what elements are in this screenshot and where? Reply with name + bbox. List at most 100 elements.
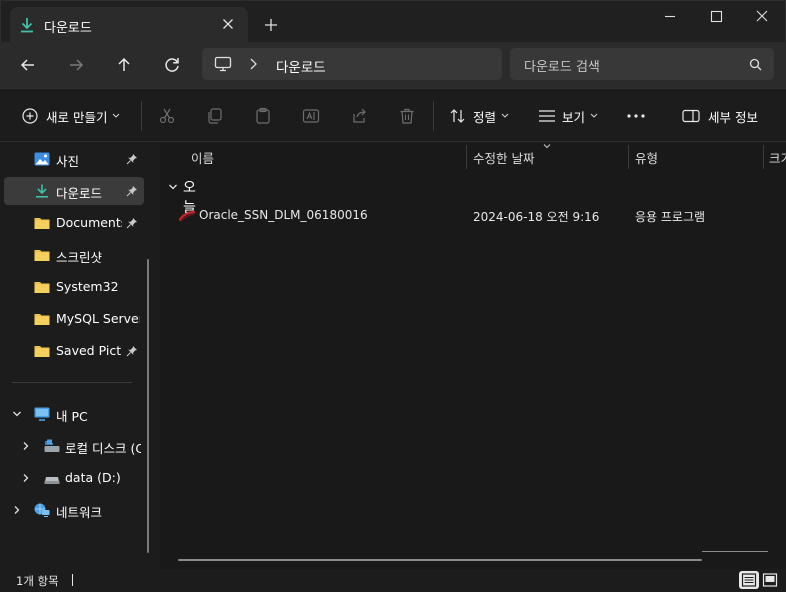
cut-icon[interactable] [158,107,176,125]
drive-icon [44,477,60,484]
folder-icon [34,250,50,261]
search-placeholder: 다운로드 검색 [524,60,600,75]
tab-title: 다운로드 [44,21,92,36]
new-label: 새로 만들기 [46,109,108,125]
divider [433,101,434,131]
details-view-button[interactable] [739,571,759,589]
horizontal-scrollbar[interactable] [178,559,702,561]
status-bar: 1개 항목 [0,569,786,592]
search-icon [749,58,762,71]
column-divider[interactable] [628,145,629,169]
sidebar-item-label: 다운로드 [56,186,103,201]
sidebar-item-this-pc[interactable]: 내 PC [4,400,144,428]
address-bar[interactable]: 다운로드 [202,48,502,80]
column-header-name[interactable]: 이름 [191,148,214,167]
sidebar-item-label: 내 PC [56,409,88,424]
title-bar: 다운로드 [0,0,786,43]
search-input[interactable]: 다운로드 검색 [510,48,774,80]
pin-icon[interactable] [126,185,138,197]
view-button[interactable]: 보기 [538,89,601,143]
chevron-right-icon[interactable] [248,57,258,71]
sidebar-item-mysql[interactable]: MySQL Server 5 [4,305,144,333]
column-header-modified[interactable]: 수정한 날짜 [473,148,534,167]
close-tab-icon[interactable] [220,16,236,32]
share-icon[interactable] [350,107,368,125]
chevron-right-icon[interactable] [21,473,31,483]
folder-icon [34,282,50,293]
sort-chevron-icon [543,144,551,149]
back-icon[interactable] [17,54,39,76]
table-row[interactable]: Oracle_SSN_DLM_06180016 2024-06-18 오전 9:… [174,203,774,229]
column-header-size[interactable]: 크기 [769,148,786,167]
sidebar-item-downloads[interactable]: 다운로드 [4,177,144,205]
new-button[interactable]: 새로 만들기 [22,89,123,143]
refresh-icon[interactable] [161,54,183,76]
pin-icon[interactable] [126,217,138,229]
pin-icon[interactable] [126,153,138,165]
column-divider[interactable] [466,145,467,169]
sidebar-item-screenshots[interactable]: 스크린샷 [4,241,144,269]
file-name: Oracle_SSN_DLM_06180016 [199,208,368,222]
sidebar-item-label: 사진 [56,154,80,169]
rename-icon[interactable] [302,107,320,125]
breadcrumb[interactable]: 다운로드 [276,56,326,76]
maximize-icon[interactable] [701,7,731,27]
status-separator [72,574,73,586]
new-tab-icon[interactable] [263,17,279,33]
file-list: 이름 수정한 날짜 유형 크기 오늘 Oracle_SSN_DLM_061800… [160,143,786,569]
sidebar-item-label: 네트워크 [56,505,103,520]
chevron-down-icon [501,113,509,118]
pc-icon [34,407,50,421]
add-icon [22,108,38,124]
sidebar-item-data-d[interactable]: data (D:) [4,464,144,492]
sidebar-item-label: 로컬 디스크 (C:) [65,441,141,456]
folder-icon [34,218,50,229]
column-header-type[interactable]: 유형 [635,148,658,167]
forward-icon[interactable] [65,54,87,76]
details-pane-icon [682,109,700,123]
pictures-icon [34,152,50,166]
chevron-right-icon[interactable] [12,505,22,515]
sidebar-item-label: MySQL Server 5 [56,311,140,326]
sidebar-item-system32[interactable]: System32 [4,273,144,301]
column-headers: 이름 수정한 날짜 유형 크기 [160,143,786,169]
chevron-right-icon[interactable] [21,441,31,451]
tab-downloads[interactable]: 다운로드 [10,7,248,43]
column-divider[interactable] [763,145,764,169]
command-bar: 새로 만들기 정렬 보기 세부 정보 [0,88,786,142]
sidebar-item-pictures[interactable]: 사진 [4,145,144,173]
sidebar-item-label: Documents [56,215,122,230]
drive-icon [44,439,60,452]
sidebar-item-network[interactable]: 네트워크 [4,496,144,524]
delete-icon[interactable] [398,107,416,125]
sidebar-item-documents[interactable]: Documents [4,209,144,237]
sidebar-item-label: data (D:) [65,470,121,485]
divider [141,101,142,131]
large-icons-view-icon [762,573,778,587]
sidebar-item-saved-pictures[interactable]: Saved Pictures [4,337,144,365]
network-icon [34,503,50,517]
paste-icon[interactable] [254,107,272,125]
sidebar-item-label: System32 [56,279,119,294]
file-type: 응용 프로그램 [635,210,706,224]
more-icon[interactable] [626,113,646,119]
pin-icon[interactable] [126,345,138,357]
details-pane-button[interactable]: 세부 정보 [682,89,758,143]
close-icon[interactable] [747,7,777,27]
sidebar-scrollbar[interactable] [147,259,149,553]
copy-icon[interactable] [206,107,224,125]
oracle-app-icon [178,211,196,222]
file-modified: 2024-06-18 오전 9:16 [473,210,600,224]
details-view-icon [741,573,757,587]
download-icon [21,18,33,33]
up-icon[interactable] [113,54,135,76]
chevron-down-icon[interactable] [12,409,22,419]
chevron-down-icon[interactable] [168,182,178,192]
sort-button[interactable]: 정렬 [449,89,512,143]
sidebar-item-local-disk-c[interactable]: 로컬 디스크 (C:) [4,432,144,460]
view-label: 보기 [562,109,586,125]
minimize-icon[interactable] [655,7,685,27]
sort-label: 정렬 [473,109,497,125]
large-icons-view-button[interactable] [760,571,780,589]
sort-icon [450,109,465,123]
